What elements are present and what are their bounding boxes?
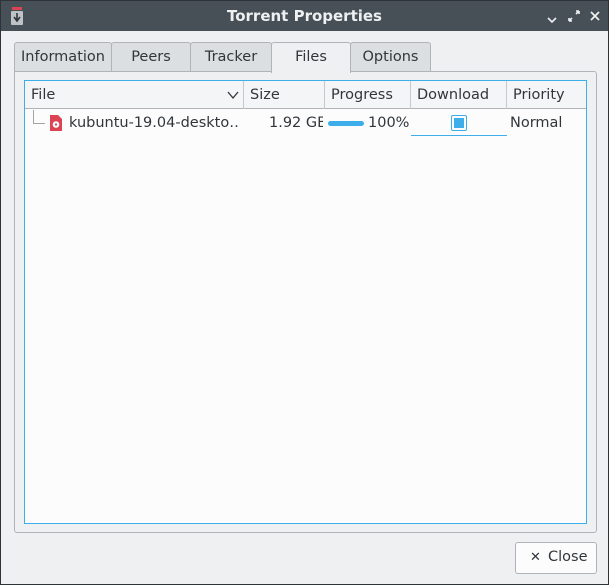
file-priority[interactable]: Normal [510, 110, 584, 136]
files-tree-view[interactable]: File Size Progress Download Priority kub… [24, 80, 587, 524]
torrent-properties-window: Torrent Properties Information Peers Tra… [0, 0, 609, 585]
disc-image-file-icon [50, 115, 62, 131]
checkbox-checked-indicator [454, 118, 464, 128]
tab-files[interactable]: Files [271, 42, 351, 73]
column-header-download[interactable]: Download [411, 81, 507, 109]
window-title: Torrent Properties [226, 7, 382, 25]
chevron-down-icon [227, 91, 239, 100]
column-header-size[interactable]: Size [244, 81, 325, 109]
column-header-priority[interactable]: Priority [507, 81, 586, 109]
tab-peers[interactable]: Peers [111, 42, 191, 72]
file-size: 1.92 GB [269, 115, 323, 131]
table-row[interactable]: kubuntu-19.04-deskto… 1.92 GB 100% Norma… [25, 110, 586, 136]
tree-branch-line [33, 110, 45, 124]
close-button[interactable]: ✕ Close [515, 542, 597, 574]
close-icon: ✕ [530, 550, 541, 565]
tab-options[interactable]: Options [350, 42, 431, 72]
progress-bar [328, 121, 364, 126]
title-bar[interactable]: Torrent Properties [1, 1, 608, 31]
maximize-button[interactable] [566, 8, 582, 24]
tab-information[interactable]: Information [14, 42, 112, 72]
table-header: File Size Progress Download Priority [25, 81, 586, 109]
close-icon [590, 11, 600, 21]
column-header-file-label: File [31, 87, 56, 103]
progress-text: 100% [368, 115, 410, 131]
column-header-file[interactable]: File [25, 81, 244, 109]
files-tab-panel: File Size Progress Download Priority kub… [14, 71, 597, 533]
maximize-icon [568, 10, 580, 22]
window-close-button[interactable] [587, 8, 603, 24]
close-button-label: Close [548, 549, 588, 565]
minimize-button[interactable] [544, 8, 560, 24]
download-checkbox[interactable] [451, 115, 467, 131]
column-header-progress[interactable]: Progress [325, 81, 411, 109]
tab-tracker[interactable]: Tracker [190, 42, 272, 72]
minimize-icon [547, 17, 557, 24]
download-cell-focus-line [411, 135, 507, 136]
file-name: kubuntu-19.04-deskto… [69, 115, 239, 131]
